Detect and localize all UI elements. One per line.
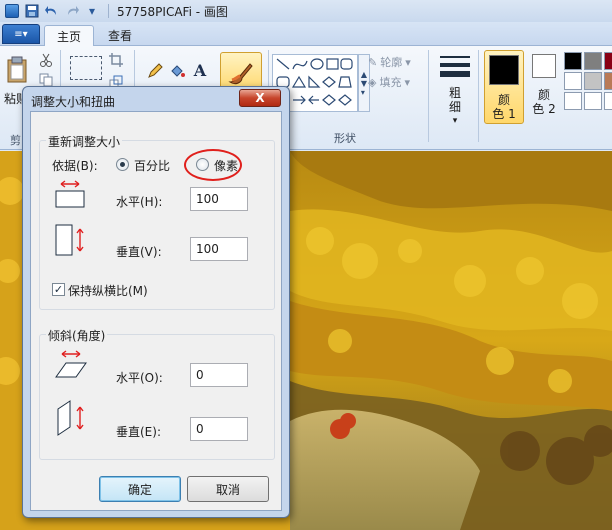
color-palette	[564, 52, 612, 110]
skew-vertical-icon	[57, 400, 84, 436]
cut-icon[interactable]	[38, 52, 54, 68]
keep-aspect-checkbox[interactable]: ✓	[52, 283, 65, 296]
undo-icon[interactable]	[44, 3, 60, 19]
select-icon[interactable]	[70, 56, 102, 80]
fill-button[interactable]: ◈ 填充 ▾	[368, 74, 410, 90]
color1-label-line1: 颜	[497, 93, 510, 107]
keep-aspect-label[interactable]: 保持纵横比(M)	[68, 282, 148, 299]
skew-vertical-input[interactable]	[190, 417, 248, 441]
color2-label-line1: 颜	[537, 88, 550, 102]
customize-toolbar-icon[interactable]: ▾	[84, 3, 100, 19]
size-label-line2: 细	[448, 100, 461, 114]
ribbon-separator	[428, 50, 429, 142]
color1-button[interactable]: 颜 色 1	[484, 50, 524, 124]
color1-label-line2: 色 1	[492, 107, 516, 121]
resize-vertical-label: 垂直(V):	[116, 245, 162, 259]
tab-view[interactable]: 查看	[96, 25, 144, 46]
title-bar: ▾ 57758PICAFi - 画图	[0, 0, 612, 22]
resize-group-legend: 重新调整大小	[46, 133, 123, 150]
palette-color[interactable]	[564, 92, 582, 110]
palette-color[interactable]	[564, 52, 582, 70]
palette-color[interactable]	[604, 72, 612, 90]
ribbon-tabs: ≡▾ 主页 查看	[0, 22, 612, 46]
dialog-title: 调整大小和扭曲	[31, 95, 116, 109]
color2-label-line2: 色 2	[532, 102, 556, 116]
resize-horizontal-input[interactable]	[190, 187, 248, 211]
palette-color[interactable]	[584, 72, 602, 90]
size-label-line1: 粗	[448, 86, 461, 100]
resize-skew-dialog: 调整大小和扭曲 X 重新调整大小 依据(B): 百分比 像素 水平(H): 垂直…	[22, 86, 290, 518]
chevron-down-icon: ▾	[405, 55, 411, 69]
outline-label: 轮廓	[380, 56, 403, 69]
shapes-group-label: 形状	[334, 132, 356, 145]
skew-horizontal-icon	[55, 350, 87, 378]
percent-radio[interactable]	[116, 158, 129, 171]
fill-bucket-icon[interactable]	[168, 62, 186, 80]
ok-button[interactable]: 确定	[99, 476, 181, 502]
resize-horizontal-label: 水平(H):	[116, 195, 163, 209]
resize-vertical-icon	[55, 224, 84, 256]
color2-swatch	[532, 54, 556, 78]
by-label: 依据(B):	[52, 159, 98, 173]
resize-vertical-input[interactable]	[190, 237, 248, 261]
clipboard-group-label: 剪	[10, 134, 21, 147]
skew-horizontal-input[interactable]	[190, 363, 248, 387]
outline-button[interactable]: ✎ 轮廓 ▾	[368, 54, 411, 70]
pencil-icon[interactable]	[146, 62, 164, 80]
skew-group: 倾斜(角度) 水平(O): 垂直(E):	[39, 327, 275, 460]
skew-horizontal-label: 水平(O):	[116, 371, 163, 385]
paste-icon[interactable]	[4, 54, 30, 86]
color1-swatch	[489, 55, 519, 85]
tab-home[interactable]: 主页	[44, 25, 95, 46]
skew-vertical-label: 垂直(E):	[116, 425, 161, 439]
fill-icon: ◈	[368, 75, 377, 89]
annotation-circle	[184, 149, 242, 181]
ribbon-separator	[478, 50, 479, 142]
title-separator	[108, 4, 109, 18]
close-button[interactable]: X	[239, 89, 281, 107]
chevron-down-icon: ▾	[404, 75, 410, 89]
percent-label[interactable]: 百分比	[134, 157, 170, 174]
dialog-body: 重新调整大小 依据(B): 百分比 像素 水平(H): 垂直(V): ✓ 保持纵…	[30, 111, 282, 511]
chevron-down-icon: ▾	[452, 116, 458, 126]
palette-color[interactable]	[584, 52, 602, 70]
cancel-button[interactable]: 取消	[187, 476, 269, 502]
window-title: 57758PICAFi - 画图	[117, 4, 228, 19]
size-button[interactable]: 粗 细 ▾	[438, 54, 472, 128]
app-icon[interactable]	[4, 3, 20, 19]
save-icon[interactable]	[24, 3, 40, 19]
palette-color[interactable]	[584, 92, 602, 110]
outline-icon: ✎	[368, 55, 378, 69]
resize-horizontal-icon	[55, 180, 85, 208]
color2-button[interactable]: 颜 色 2	[526, 54, 562, 116]
redo-icon[interactable]	[64, 3, 80, 19]
line-width-icon	[440, 56, 470, 77]
palette-color[interactable]	[604, 92, 612, 110]
palette-color[interactable]	[564, 72, 582, 90]
app-menu-button[interactable]: ≡▾	[2, 24, 40, 44]
palette-color[interactable]	[604, 52, 612, 70]
fill-label: 填充	[379, 76, 402, 89]
crop-icon[interactable]	[108, 52, 124, 68]
skew-group-legend: 倾斜(角度)	[46, 327, 108, 344]
text-tool-icon[interactable]: A	[190, 60, 210, 80]
